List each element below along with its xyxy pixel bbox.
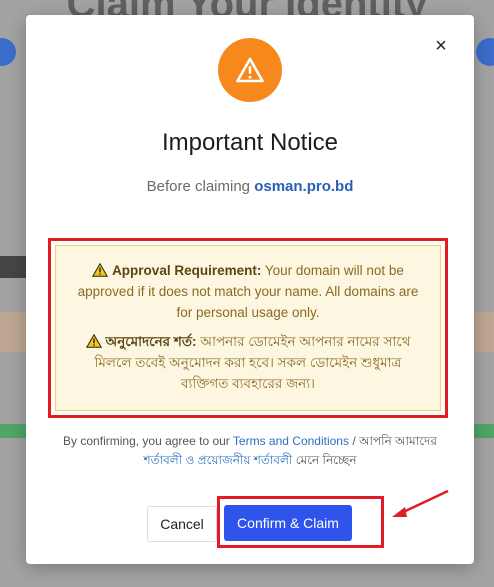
warning-triangle-icon bbox=[85, 334, 102, 348]
consent-prefix: By confirming, you agree to our bbox=[63, 434, 233, 448]
notice-bangla-label: অনুমোদনের শর্ত: bbox=[105, 334, 197, 349]
close-icon[interactable]: × bbox=[432, 36, 450, 56]
background-block bbox=[0, 424, 26, 438]
annotation-arrow-icon bbox=[392, 489, 449, 517]
terms-and-conditions-link[interactable]: Terms and Conditions bbox=[233, 434, 349, 448]
subtitle-prefix: Before claiming bbox=[146, 178, 251, 195]
warning-icon bbox=[218, 38, 282, 102]
background-block bbox=[474, 424, 494, 438]
background-icon bbox=[0, 38, 16, 66]
consent-separator: / আপনি আমাদের bbox=[348, 434, 437, 448]
important-notice-dialog: × Important Notice Before claiming osman… bbox=[26, 15, 474, 564]
background-block bbox=[0, 312, 26, 352]
notice-english: Approval Requirement: Your domain will n… bbox=[72, 260, 424, 323]
background-block bbox=[474, 312, 494, 352]
background-block bbox=[0, 256, 26, 278]
approval-notice-box: Approval Requirement: Your domain will n… bbox=[55, 245, 441, 411]
bangla-terms-link[interactable]: শর্তাবলী ও প্রয়োজনীয় শর্তাবলী bbox=[144, 453, 293, 467]
confirm-claim-button[interactable]: Confirm & Claim bbox=[224, 505, 352, 541]
notice-english-label: Approval Requirement: bbox=[112, 263, 262, 278]
dialog-subtitle: Before claiming osman.pro.bd bbox=[26, 178, 474, 195]
notice-bangla: অনুমোদনের শর্ত: আপনার ডোমেইন আপনার নামের… bbox=[72, 331, 424, 394]
domain-name: osman.pro.bd bbox=[254, 178, 354, 195]
cancel-button[interactable]: Cancel bbox=[147, 506, 217, 542]
consent-suffix: মেনে নিচ্ছেন bbox=[292, 453, 357, 467]
consent-text: By confirming, you agree to our Terms an… bbox=[46, 432, 454, 470]
background-icon bbox=[476, 38, 494, 66]
dialog-title: Important Notice bbox=[161, 129, 339, 156]
warning-triangle-icon bbox=[92, 263, 109, 277]
